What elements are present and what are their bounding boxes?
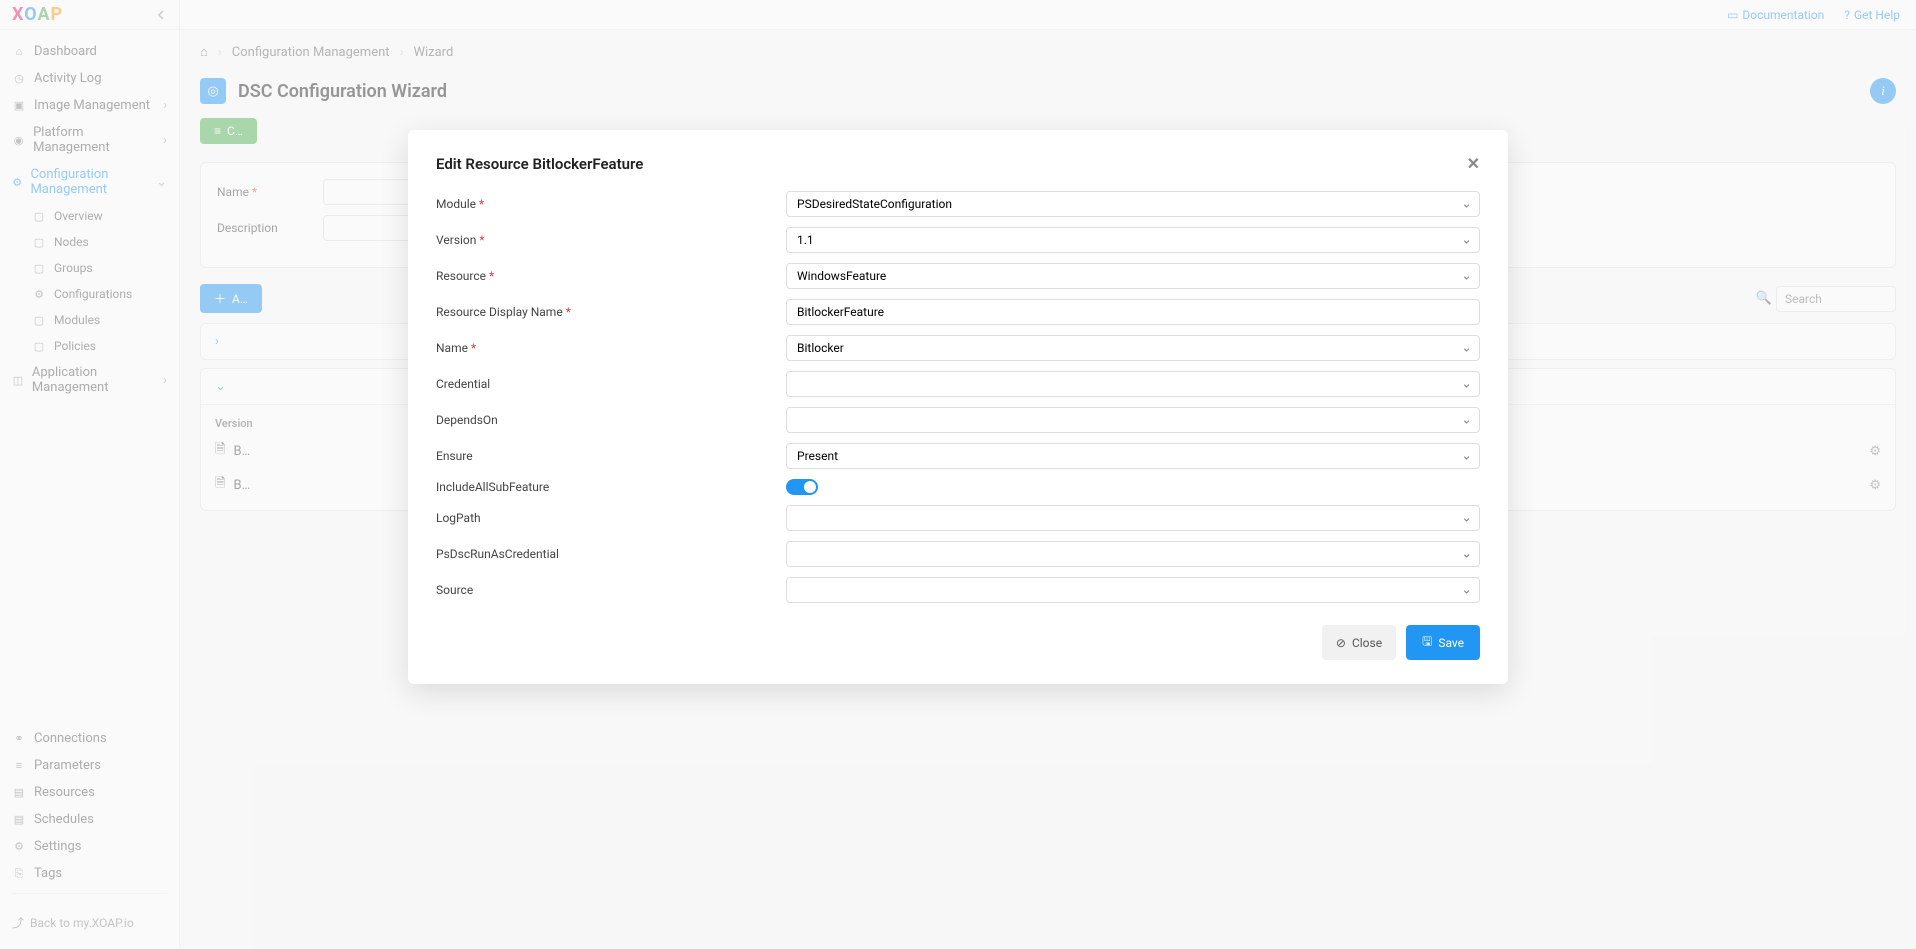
source-select[interactable]: [786, 577, 1480, 603]
save-button[interactable]: 🖫Save: [1406, 625, 1480, 660]
source-label: Source: [436, 583, 766, 597]
runas-label: PsDscRunAsCredential: [436, 547, 766, 561]
includeall-label: IncludeAllSubFeature: [436, 480, 766, 494]
modal-overlay: Edit Resource BitlockerFeature ✕ Module …: [0, 0, 1916, 949]
dependson-select[interactable]: [786, 407, 1480, 433]
modal-title: Edit Resource BitlockerFeature: [436, 155, 643, 173]
runas-select[interactable]: [786, 541, 1480, 567]
close-icon[interactable]: ✕: [1467, 154, 1480, 173]
resource-label: Resource *: [436, 269, 766, 283]
version-select[interactable]: [786, 227, 1480, 253]
module-label: Module *: [436, 197, 766, 211]
credential-label: Credential: [436, 377, 766, 391]
edit-resource-modal: Edit Resource BitlockerFeature ✕ Module …: [408, 130, 1508, 684]
close-button[interactable]: ⊘Close: [1322, 625, 1396, 660]
ensure-label: Ensure: [436, 449, 766, 463]
ensure-select[interactable]: [786, 443, 1480, 469]
save-icon: 🖫: [1422, 632, 1432, 653]
credential-select[interactable]: [786, 371, 1480, 397]
display-name-input[interactable]: [786, 299, 1480, 325]
module-select[interactable]: [786, 191, 1480, 217]
includeall-toggle[interactable]: [786, 479, 818, 495]
version-label: Version *: [436, 233, 766, 247]
display-name-label: Resource Display Name *: [436, 305, 766, 319]
resource-select[interactable]: [786, 263, 1480, 289]
logpath-label: LogPath: [436, 511, 766, 525]
close-circle-icon: ⊘: [1336, 636, 1346, 650]
name-select[interactable]: [786, 335, 1480, 361]
dependson-label: DependsOn: [436, 413, 766, 427]
logpath-select[interactable]: [786, 505, 1480, 531]
name-field-label: Name *: [436, 341, 766, 355]
